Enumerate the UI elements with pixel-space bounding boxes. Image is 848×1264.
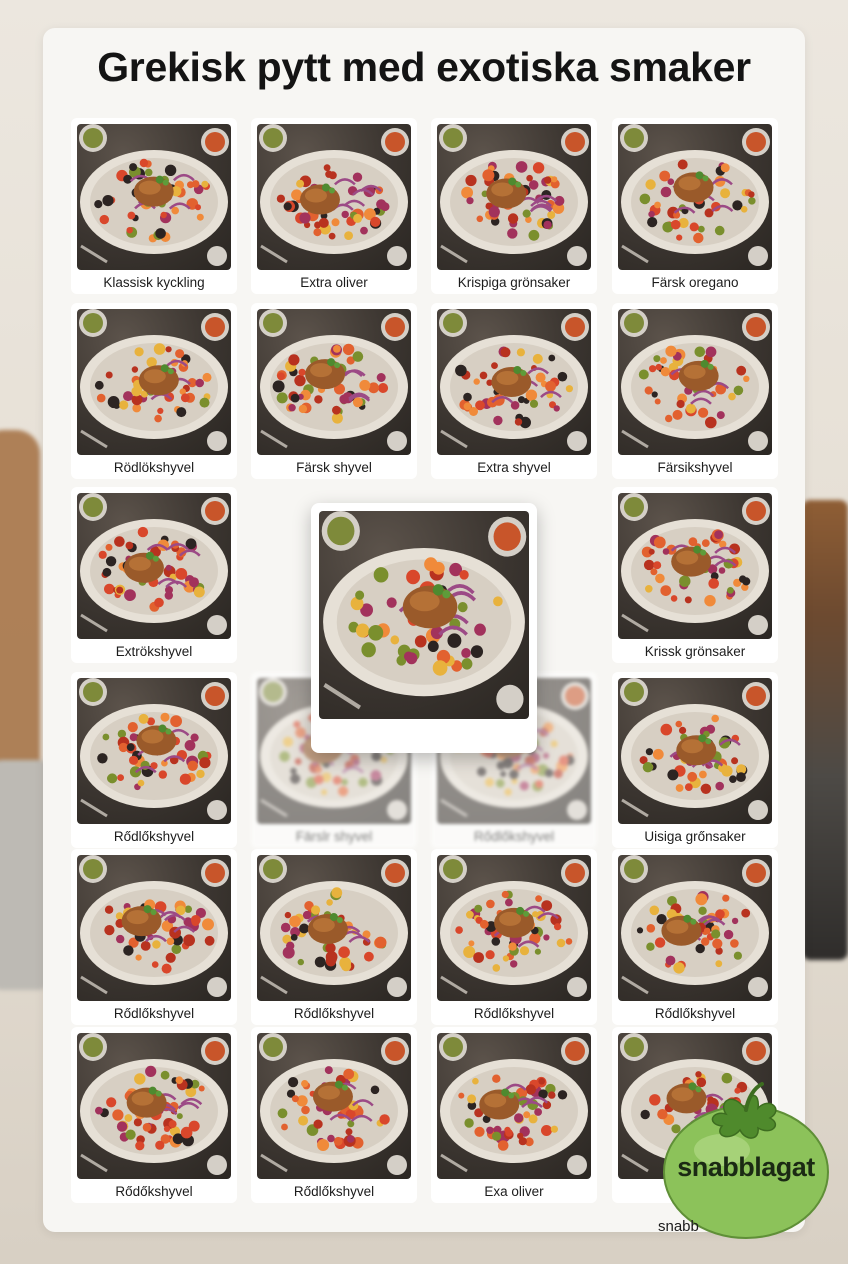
brand-logo-text: snabblagat [677, 1152, 815, 1182]
recipe-card-label: Extrökshyvel [115, 644, 193, 659]
recipe-card-label: Rődlőkshyvel [293, 1184, 375, 1199]
recipe-card[interactable]: Uisiga grőnsaker [612, 672, 778, 848]
dish-image [77, 493, 231, 639]
recipe-card[interactable]: Rődlőkshyvel [71, 672, 237, 848]
dish-image [437, 124, 591, 270]
recipe-card-label: Rődlőkshyvel [473, 1006, 555, 1021]
dish-image [618, 855, 772, 1001]
recipe-card-label: Rődlőkshyvel [293, 1006, 375, 1021]
recipe-card-label: Färsk oregano [651, 275, 739, 290]
recipe-card-label: Exa oliver [484, 1184, 544, 1199]
dish-image [77, 855, 231, 1001]
recipe-card-label: Färsikshyvel [657, 460, 733, 475]
recipe-card-label: Extra shyvel [477, 460, 551, 475]
dish-image [257, 855, 411, 1001]
recipe-card[interactable]: Extrökshyvel [71, 487, 237, 663]
recipe-card[interactable]: Färsikshyvel [612, 303, 778, 479]
recipe-card-label: Extra oliver [300, 275, 368, 290]
recipe-card[interactable]: Rődlőkshyvel [431, 849, 597, 1025]
recipe-card[interactable]: Extra oliver [251, 118, 417, 294]
recipe-card-label: Krissk grönsaker [644, 644, 746, 659]
dish-image [618, 493, 772, 639]
recipe-card[interactable]: Klassisk kyckling [71, 118, 237, 294]
dish-image [257, 1033, 411, 1179]
recipe-card-label: Klassisk kyckling [103, 275, 205, 290]
recipe-card[interactable]: Färsk oregano [612, 118, 778, 294]
recipe-card[interactable]: Krispiga grönsaker [431, 118, 597, 294]
recipe-card-label: Rődőkshyvel [115, 1184, 193, 1199]
recipe-card[interactable]: Exa oliver [431, 1027, 597, 1203]
dish-image [77, 124, 231, 270]
dish-image [618, 309, 772, 455]
recipe-card-label: Rődlőkshyvel [113, 1006, 195, 1021]
recipe-card[interactable]: Extra shyvel [431, 303, 597, 479]
recipe-card[interactable]: Rődlőkshyvel [251, 849, 417, 1025]
recipe-card[interactable]: Krissk grönsaker [612, 487, 778, 663]
recipe-card-label: Färsk shyvel [296, 460, 372, 475]
dish-image [437, 1033, 591, 1179]
recipe-card[interactable]: Rödlökshyvel [71, 303, 237, 479]
recipe-card-label: Rödlökshyvel [113, 460, 195, 475]
dish-image [618, 678, 772, 824]
spice-jar-background [802, 500, 848, 960]
page-title: Grekisk pytt med exotiska smaker [97, 44, 751, 90]
recipe-card[interactable]: Rődlőkshyvel [612, 849, 778, 1025]
dish-image [437, 855, 591, 1001]
dish-image [257, 124, 411, 270]
recipe-card-label: Rődlőkshyvel [113, 829, 195, 844]
featured-dish-image [319, 511, 529, 719]
dish-image [77, 1033, 231, 1179]
featured-recipe-card[interactable] [311, 503, 537, 753]
recipe-card[interactable]: Färsk shyvel [251, 303, 417, 479]
footer-handle: snabb [658, 1218, 699, 1235]
dish-image [257, 309, 411, 455]
brand-logo[interactable]: snabblagat [660, 1080, 832, 1240]
dish-image [618, 124, 772, 270]
recipe-card[interactable]: Rődlőkshyvel [251, 1027, 417, 1203]
dish-image [437, 309, 591, 455]
dish-image [77, 309, 231, 455]
recipe-card[interactable]: Rődlőkshyvel [71, 849, 237, 1025]
recipe-card-label: Färslr shyvel [295, 829, 373, 844]
recipe-card-label: Uisiga grőnsaker [644, 829, 746, 844]
recipe-card-label: Rődlőkshyvel [473, 829, 555, 844]
recipe-card-label: Krispiga grönsaker [457, 275, 571, 290]
recipe-card-label: Rődlőkshyvel [654, 1006, 736, 1021]
recipe-card[interactable]: Rődőkshyvel [71, 1027, 237, 1203]
dish-image [77, 678, 231, 824]
